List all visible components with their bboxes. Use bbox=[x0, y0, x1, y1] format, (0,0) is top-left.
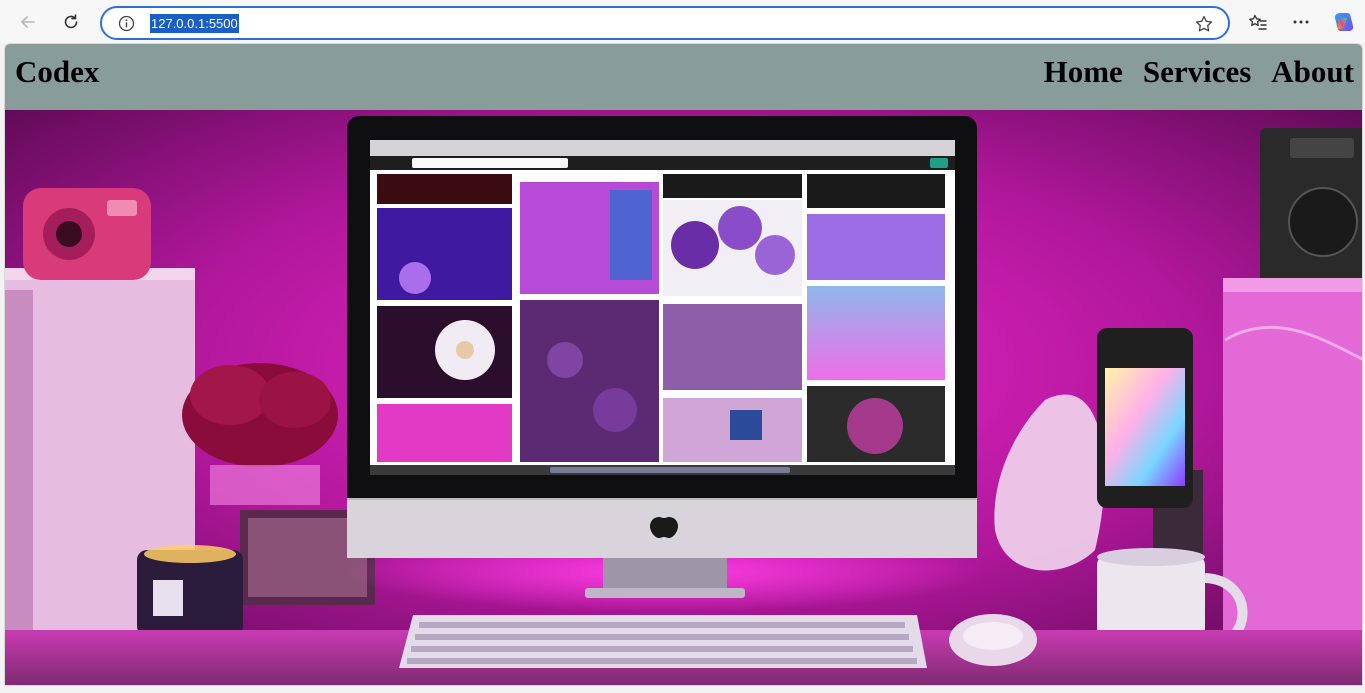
info-icon[interactable] bbox=[118, 15, 135, 32]
site-navbar: Codex Home Services About bbox=[5, 44, 1362, 110]
reload-icon[interactable] bbox=[56, 7, 86, 37]
more-icon[interactable] bbox=[1286, 7, 1316, 37]
hero-image bbox=[5, 110, 1362, 685]
address-bar[interactable]: 127.0.0.1:5500 bbox=[100, 6, 1230, 40]
url-text[interactable]: 127.0.0.1:5500 bbox=[150, 14, 239, 33]
desk-setup-photo bbox=[5, 110, 1362, 685]
browser-toolbar: 127.0.0.1:5500 bbox=[0, 0, 1365, 44]
page-viewport: Codex Home Services About bbox=[4, 43, 1363, 686]
back-arrow-icon[interactable] bbox=[13, 7, 43, 37]
nav-links: Home Services About bbox=[1044, 54, 1354, 90]
copilot-icon[interactable] bbox=[1329, 7, 1359, 37]
nav-link-about[interactable]: About bbox=[1271, 54, 1354, 90]
favorite-star-icon[interactable] bbox=[1194, 14, 1214, 34]
favorites-list-icon[interactable] bbox=[1243, 7, 1273, 37]
nav-link-home[interactable]: Home bbox=[1044, 54, 1123, 90]
brand-logo-text[interactable]: Codex bbox=[15, 54, 99, 90]
nav-link-services[interactable]: Services bbox=[1143, 54, 1251, 90]
